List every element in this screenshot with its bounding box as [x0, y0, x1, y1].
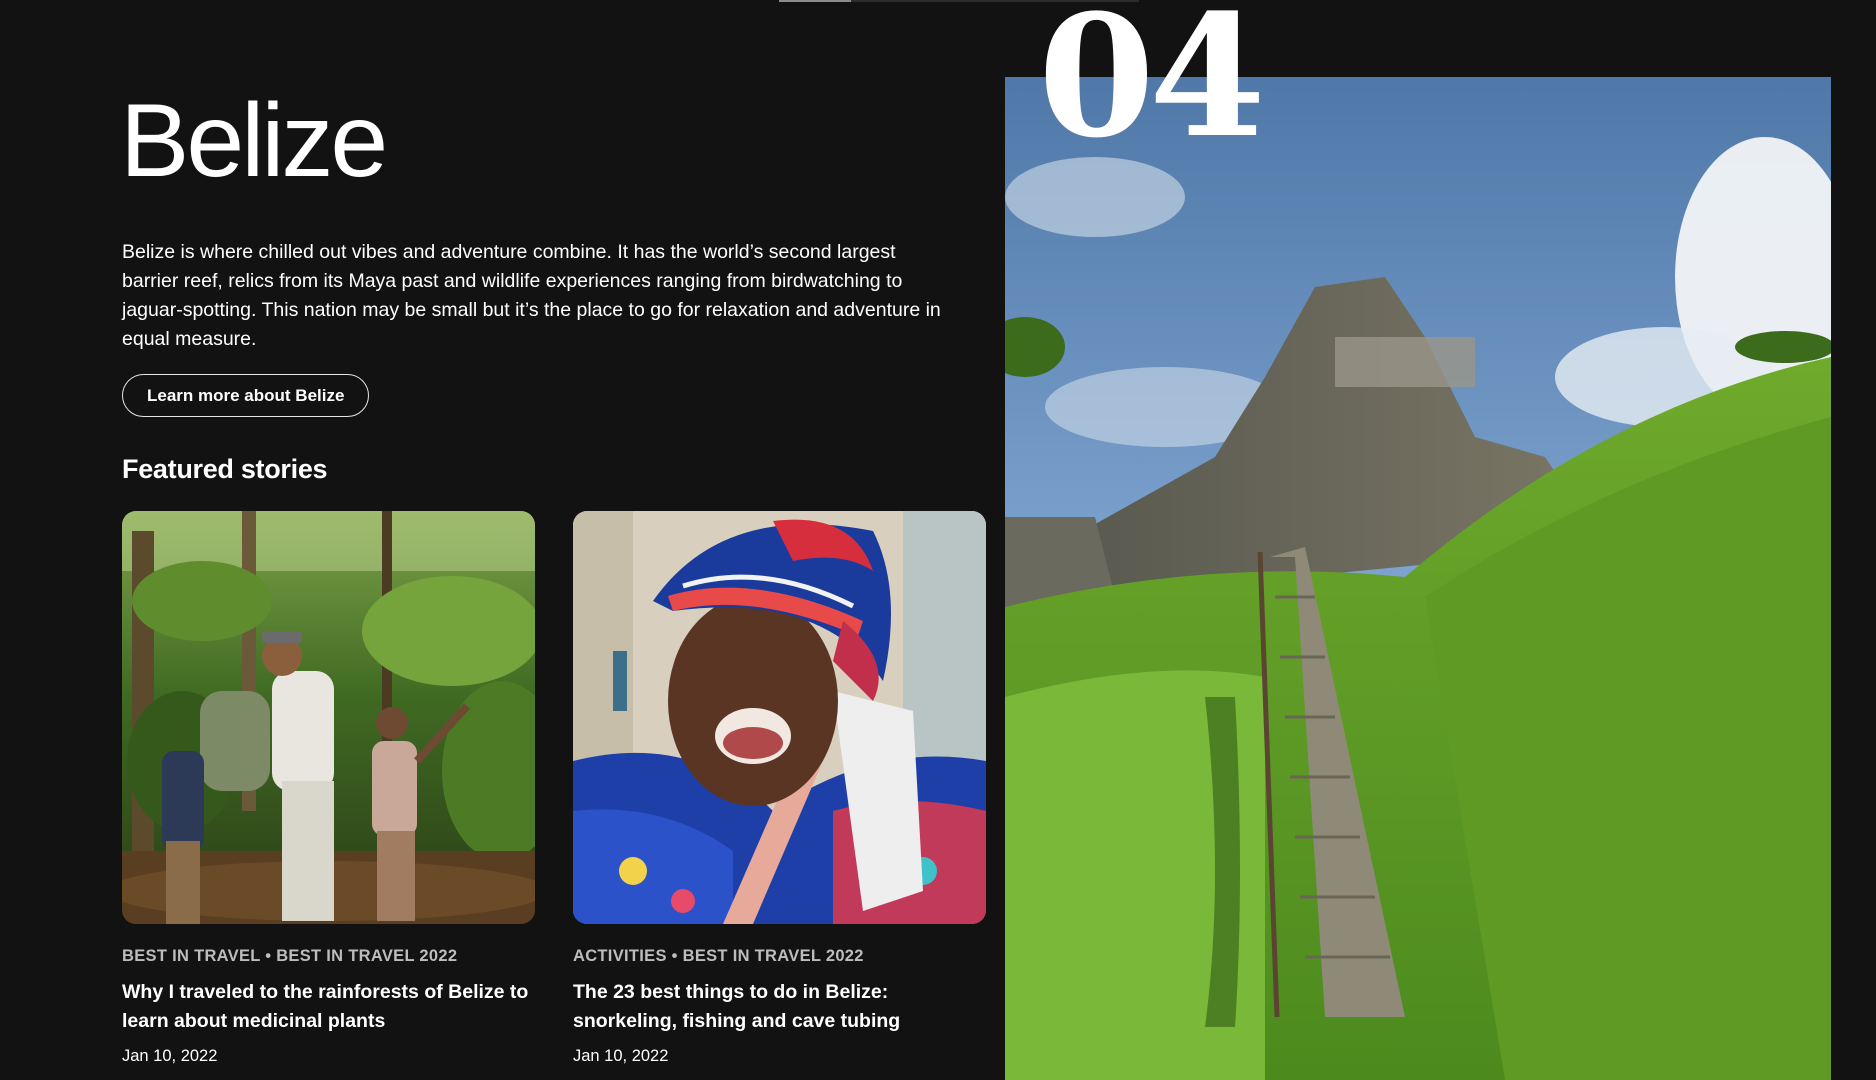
story-date: Jan 10, 2022: [573, 1047, 669, 1065]
story-image-rainforest-hikers[interactable]: [122, 511, 535, 924]
destination-description: Belize is where chilled out vibes and ad…: [122, 241, 941, 350]
destination-title: Belize: [120, 83, 388, 199]
rank-number: 04: [1038, 0, 1266, 175]
story-tags: BEST IN TRAVEL • BEST IN TRAVEL 2022: [122, 947, 458, 965]
story-card[interactable]: BEST IN TRAVEL • BEST IN TRAVEL 2022 Why…: [122, 511, 535, 1066]
story-card[interactable]: ACTIVITIES • BEST IN TRAVEL 2022 The 23 …: [573, 511, 986, 1066]
story-title-link[interactable]: Why I traveled to the rainforests of Bel…: [122, 978, 535, 1036]
featured-stories-heading: Featured stories: [122, 454, 328, 484]
story-title-link[interactable]: The 23 best things to do in Belize: snor…: [573, 978, 986, 1036]
story-date: Jan 10, 2022: [122, 1047, 218, 1065]
slide-progress-fill: [779, 0, 851, 2]
page: Belize Belize is where chilled out vibes…: [0, 0, 1876, 1080]
story-image-smiling-woman[interactable]: [573, 511, 986, 924]
hero-image-maya-ruins: [1005, 77, 1831, 1080]
story-tags: ACTIVITIES • BEST IN TRAVEL 2022: [573, 947, 864, 965]
learn-more-button[interactable]: Learn more about Belize: [122, 374, 370, 417]
